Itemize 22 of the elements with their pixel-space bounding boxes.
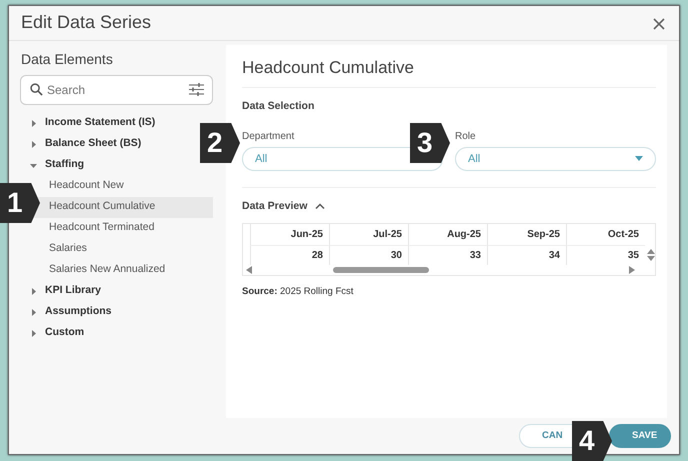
table-cell: 30 bbox=[329, 246, 408, 265]
table-cell: 33 bbox=[408, 246, 487, 265]
step-callout-tooltip: 3 bbox=[410, 123, 450, 163]
source-note: Source: 2025 Rolling Fcst bbox=[242, 284, 354, 299]
field-label: Role bbox=[455, 130, 476, 144]
column-header: Aug-25 bbox=[408, 224, 487, 246]
table-cell: 34 bbox=[487, 246, 566, 265]
preview-heading: Data Preview bbox=[242, 198, 308, 214]
sidebar-heading: Data Elements bbox=[21, 50, 114, 69]
dialog-title: Edit Data Series bbox=[21, 11, 152, 34]
field-label: Department bbox=[242, 130, 294, 144]
section-heading: Data Selection bbox=[242, 99, 316, 114]
column-header: Jul-25 bbox=[329, 224, 408, 246]
column-header: Oct-25 bbox=[566, 224, 645, 246]
panel-title: Headcount Cumulative bbox=[242, 44, 656, 88]
step-callout-tooltip: 1 bbox=[0, 183, 40, 223]
column-header: Jun-25 bbox=[250, 224, 329, 246]
table-cell: 28 bbox=[250, 246, 329, 265]
column-header: Sep-25 bbox=[487, 224, 566, 246]
step-callout-tooltip: 2 bbox=[200, 123, 240, 163]
table-cell: 35 bbox=[566, 246, 645, 265]
step-callout-tooltip: 4 bbox=[572, 421, 612, 461]
